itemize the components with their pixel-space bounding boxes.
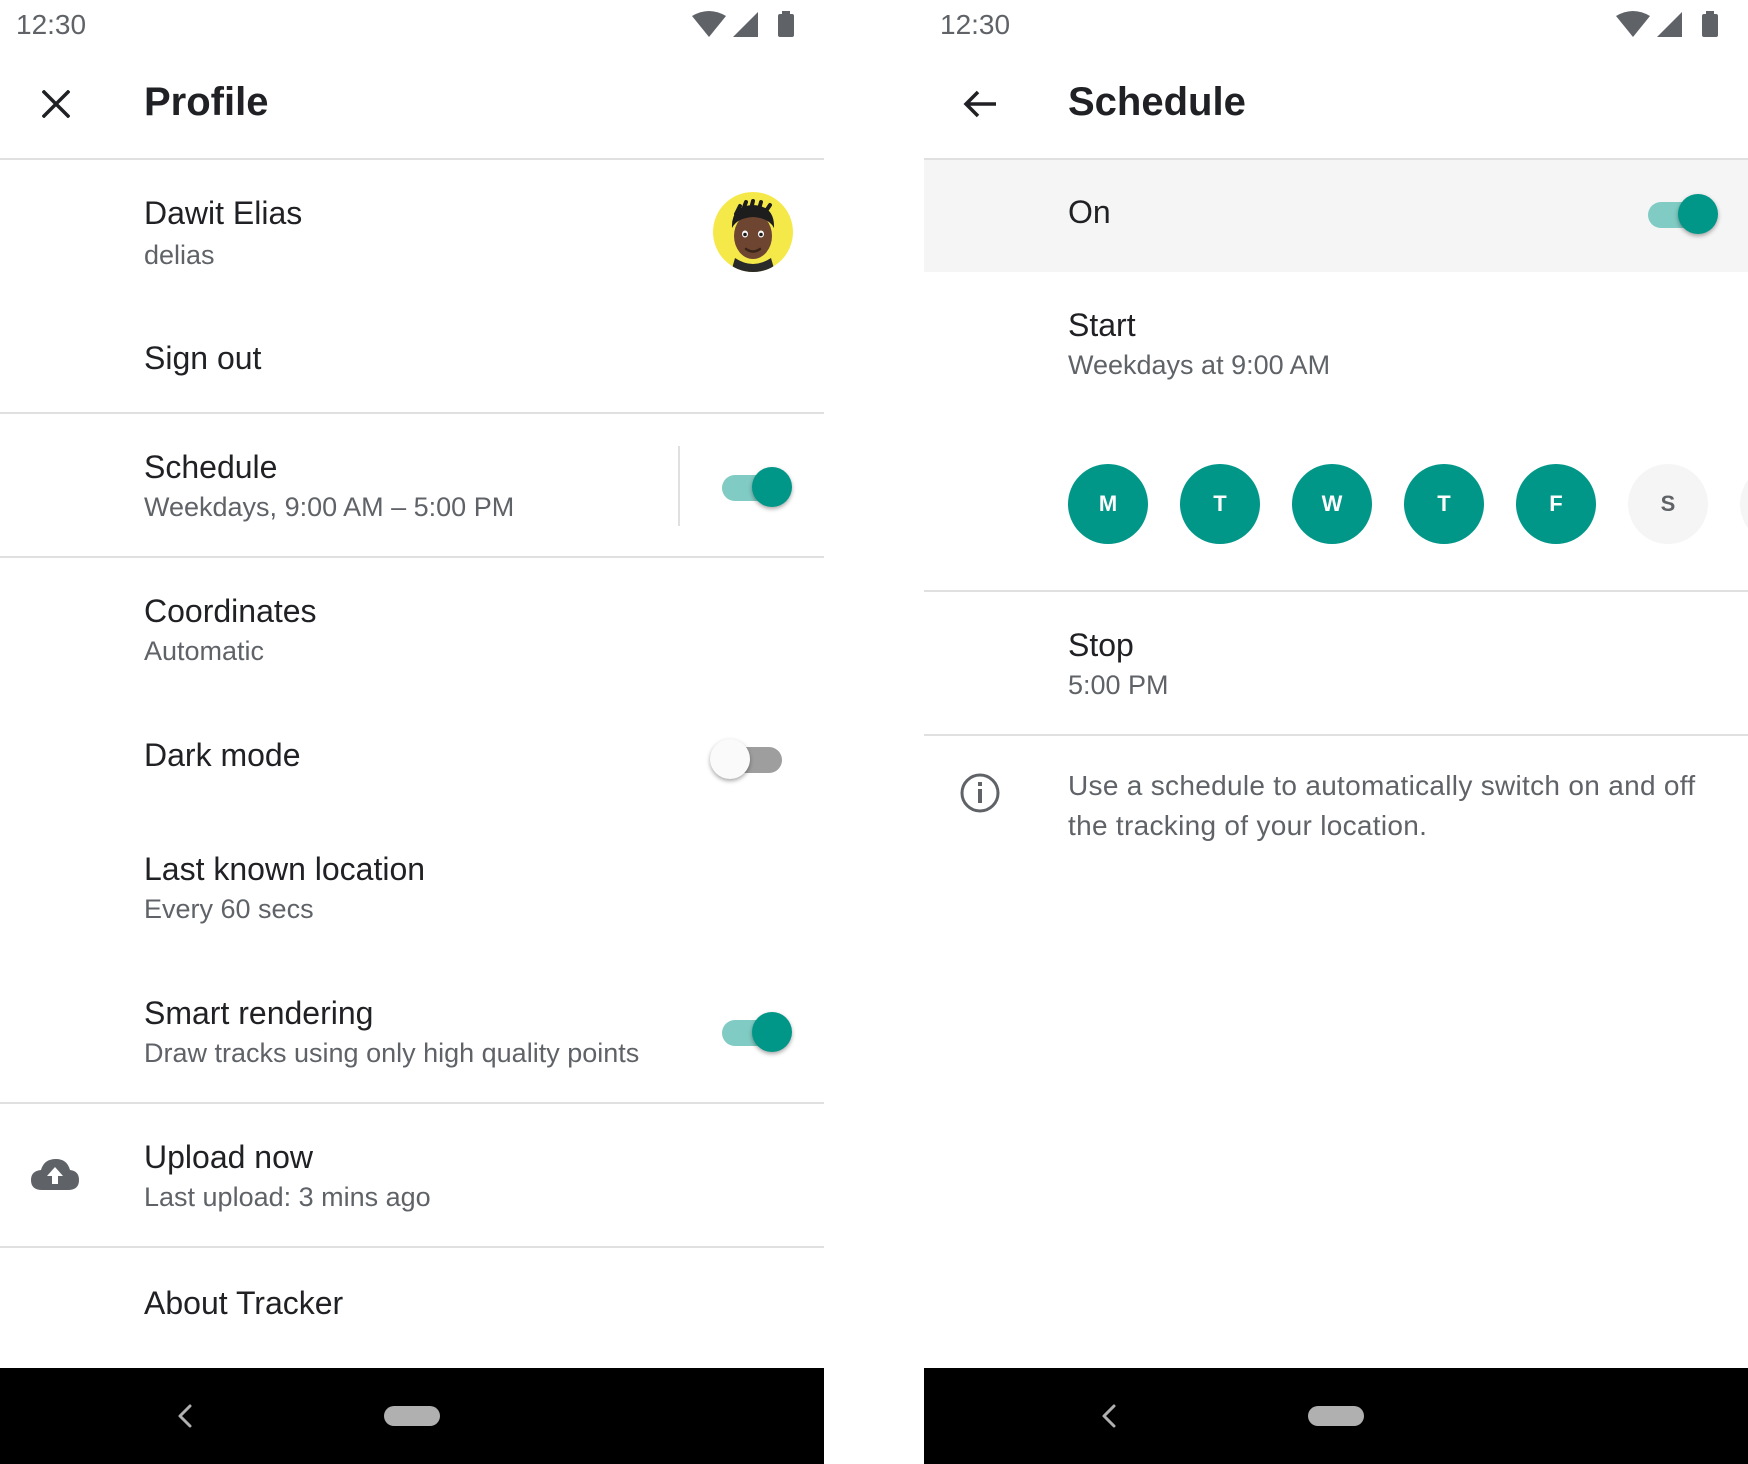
close-button[interactable] [26,74,86,134]
on-label: On [1068,194,1111,230]
dark-mode-title: Dark mode [144,737,301,773]
schedule-toggle[interactable] [716,465,792,509]
last-known-location-title: Last known location [144,851,426,887]
status-time: 12:30 [940,9,1011,40]
last-known-location-row[interactable]: Last known location Every 60 secs [0,830,824,960]
divider [924,734,1748,736]
user-username: delias [144,240,215,270]
status-icons [692,10,802,38]
status-icons [1616,10,1726,38]
home-pill-button[interactable] [384,1406,440,1426]
schedule-on-toggle[interactable] [1642,192,1718,236]
schedule-subtitle: Weekdays, 9:00 AM – 5:00 PM [144,492,515,522]
schedule-screen: 12:30 Schedule On Start Weekdays at 9:00… [924,0,1748,1464]
stop-subtitle: 5:00 PM [1068,670,1169,700]
day-chip-sunday[interactable]: S [1740,464,1748,544]
cellular-signal-icon [1657,12,1682,37]
start-title: Start [1068,307,1136,343]
upload-now-subtitle: Last upload: 3 mins ago [144,1182,431,1212]
coordinates-subtitle: Automatic [144,636,265,666]
sign-out-label: Sign out [144,340,262,376]
schedule-on-row[interactable]: On [924,160,1748,272]
app-bar: Schedule [924,50,1748,160]
smart-rendering-row[interactable]: Smart rendering Draw tracks using only h… [0,974,824,1102]
stop-title: Stop [1068,627,1134,663]
smart-rendering-toggle[interactable] [716,1010,792,1054]
switch-thumb [710,739,750,779]
battery-icon [1702,11,1718,37]
cellular-signal-icon [733,12,758,37]
last-known-location-subtitle: Every 60 secs [144,894,314,924]
switch-thumb [1678,194,1718,234]
user-name: Dawit Elias [144,195,303,231]
arrow-back-icon [963,90,996,118]
close-icon [42,90,70,118]
user-row[interactable]: Dawit Elias delias [0,160,824,286]
status-bar: 12:30 [924,0,1748,50]
day-chip-thursday[interactable]: T [1404,464,1484,544]
schedule-row[interactable]: Schedule Weekdays, 9:00 AM – 5:00 PM [0,414,824,556]
back-button[interactable] [950,74,1010,134]
upload-now-title: Upload now [144,1139,313,1175]
switch-thumb [752,467,792,507]
avatar[interactable] [713,192,793,272]
status-time: 12:30 [16,9,87,40]
day-chip-tuesday[interactable]: T [1180,464,1260,544]
start-row[interactable]: Start Weekdays at 9:00 AM [924,272,1748,422]
navigation-bar [0,1368,824,1464]
schedule-title: Schedule [144,449,278,485]
cloud-upload-icon [31,1159,79,1190]
info-icon [960,773,1000,813]
page-title: Profile [144,80,269,124]
battery-icon [778,11,794,37]
stop-row[interactable]: Stop 5:00 PM [924,592,1748,734]
back-nav-icon[interactable] [170,1398,200,1434]
day-chip-friday[interactable]: F [1516,464,1596,544]
day-chip-monday[interactable]: M [1068,464,1148,544]
back-nav-icon[interactable] [1094,1398,1124,1434]
day-chip-wednesday[interactable]: W [1292,464,1372,544]
day-chip-saturday[interactable]: S [1628,464,1708,544]
about-label: About Tracker [144,1285,344,1321]
wifi-icon [1616,11,1650,37]
vertical-divider [678,446,680,526]
app-bar: Profile [0,50,824,160]
smart-rendering-title: Smart rendering [144,995,374,1031]
schedule-info-text: Use a schedule to automatically switch o… [1068,770,1696,841]
smart-rendering-subtitle: Draw tracks using only high quality poin… [144,1038,640,1068]
page-title: Schedule [1068,80,1246,124]
navigation-bar [924,1368,1748,1464]
switch-thumb [752,1012,792,1052]
coordinates-row[interactable]: Coordinates Automatic [0,558,824,698]
dark-mode-row[interactable]: Dark mode [0,720,824,820]
upload-now-row[interactable]: Upload now Last upload: 3 mins ago [0,1104,824,1246]
profile-screen: 12:30 Profile Dawit Elias delias Sign ou… [0,0,824,1464]
home-pill-button[interactable] [1308,1406,1364,1426]
wifi-icon [692,11,726,37]
coordinates-title: Coordinates [144,593,317,629]
about-row[interactable]: About Tracker [0,1248,824,1358]
sign-out-row[interactable]: Sign out [0,316,824,412]
memoji-avatar-icon [731,199,775,272]
start-subtitle: Weekdays at 9:00 AM [1068,350,1331,380]
status-bar: 12:30 [0,0,824,50]
dark-mode-toggle[interactable] [710,737,786,781]
